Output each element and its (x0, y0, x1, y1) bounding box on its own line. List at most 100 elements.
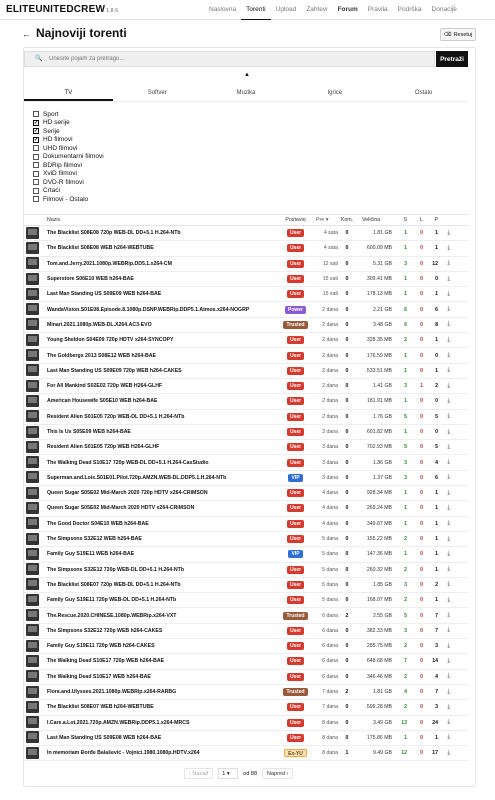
comments-count[interactable]: 0 (338, 490, 356, 496)
user-class-badge[interactable]: User (286, 642, 305, 651)
completed-count[interactable]: 1 (423, 337, 438, 343)
download-icon[interactable]: ⤓ (438, 505, 450, 512)
torrent-thumbnail[interactable] (25, 394, 40, 408)
seeders-count[interactable]: 2 (392, 536, 407, 542)
leechers-count[interactable]: 0 (407, 337, 423, 343)
torrent-thumbnail[interactable] (25, 333, 40, 347)
leechers-count[interactable]: 0 (407, 490, 423, 496)
user-class-badge[interactable]: VIP (288, 550, 303, 559)
category-option[interactable]: ✓ HD serije (33, 119, 104, 128)
torrent-name-link[interactable]: Family Guy S19E11 720p WEB-DL DD+5.1 H.2… (40, 597, 279, 603)
comments-count[interactable]: 0 (338, 322, 356, 328)
seeders-count[interactable]: 2 (392, 674, 407, 680)
torrent-name-link[interactable]: The Walking Dead S10E17 720p WEB h264-BA… (40, 658, 279, 664)
checkbox-unchecked[interactable] (33, 187, 39, 194)
tab-tv[interactable]: TV (24, 86, 113, 101)
reset-button[interactable]: ⌫ Resetuj (440, 28, 476, 41)
download-icon[interactable]: ⤓ (438, 459, 450, 466)
download-icon[interactable]: ⤓ (438, 444, 450, 451)
completed-count[interactable]: 14 (423, 658, 438, 664)
user-class-badge[interactable]: User (286, 397, 305, 406)
page-select[interactable]: 1 ▾ (218, 768, 239, 779)
caret-up-icon[interactable]: ▲ (244, 72, 250, 78)
download-icon[interactable]: ⤓ (438, 704, 450, 711)
comments-count[interactable]: 0 (338, 368, 356, 374)
completed-count[interactable]: 0 (423, 276, 438, 282)
seeders-count[interactable]: 2 (392, 567, 407, 573)
leechers-count[interactable]: 0 (407, 414, 423, 420)
col-completed-header[interactable]: P (423, 217, 438, 223)
user-class-badge[interactable]: User (286, 351, 305, 360)
completed-count[interactable]: 24 (423, 720, 438, 726)
category-option[interactable]: Crtaći (33, 187, 104, 196)
comments-count[interactable]: 0 (338, 414, 356, 420)
search-input[interactable] (49, 52, 429, 66)
torrent-name-link[interactable]: Last Man Standing US S09E08 WEB h264-BAE (40, 735, 279, 741)
category-option[interactable]: XviD filmovi (33, 170, 104, 179)
site-logo[interactable]: ELITEUNITEDCREW1.8.6 (6, 4, 118, 15)
leechers-count[interactable]: 0 (407, 689, 423, 695)
comments-count[interactable]: 0 (338, 643, 356, 649)
seeders-count[interactable]: 2 (392, 704, 407, 710)
torrent-name-link[interactable]: For All Mankind S02E02 720p WEB H264-GLH… (40, 383, 279, 389)
completed-count[interactable]: 1 (423, 291, 438, 297)
seeders-count[interactable]: 1 (392, 551, 407, 557)
user-class-badge[interactable]: User (286, 382, 305, 391)
leechers-count[interactable]: 0 (407, 230, 423, 236)
user-class-badge[interactable]: User (286, 596, 305, 605)
download-icon[interactable]: ⤓ (438, 551, 450, 558)
torrent-thumbnail[interactable] (25, 685, 40, 699)
completed-count[interactable]: 7 (423, 613, 438, 619)
torrent-thumbnail[interactable] (25, 272, 40, 286)
download-icon[interactable]: ⤓ (438, 352, 450, 359)
completed-count[interactable]: 2 (423, 582, 438, 588)
comments-count[interactable]: 0 (338, 720, 356, 726)
category-option[interactable]: Dokumentarni filmovi (33, 153, 104, 162)
download-icon[interactable]: ⤓ (438, 689, 450, 696)
leechers-count[interactable]: 0 (407, 398, 423, 404)
torrent-name-link[interactable]: American Housewife S05E10 WEB h264-BAE (40, 398, 279, 404)
seeders-count[interactable]: 6 (392, 322, 407, 328)
user-class-badge[interactable]: User (286, 443, 305, 452)
seeders-count[interactable]: 1 (392, 353, 407, 359)
completed-count[interactable]: 0 (423, 398, 438, 404)
torrent-name-link[interactable]: The Simpsons S32E12 WEB h264-BAE (40, 536, 279, 542)
leechers-count[interactable]: 0 (407, 551, 423, 557)
comments-count[interactable]: 0 (338, 536, 356, 542)
user-class-badge[interactable]: User (286, 259, 305, 268)
col-size-header[interactable]: Veličina (356, 217, 392, 223)
seeders-count[interactable]: 1 (392, 505, 407, 511)
nav-link-pravila[interactable]: Pravila (363, 0, 393, 20)
torrent-name-link[interactable]: Young Sheldon S04E09 720p HDTV x264-SYNC… (40, 337, 279, 343)
leechers-count[interactable]: 0 (407, 291, 423, 297)
category-option[interactable]: ✓ Serije (33, 127, 104, 136)
arrow-left-icon[interactable]: ← (22, 29, 31, 39)
download-icon[interactable]: ⤓ (438, 474, 450, 481)
torrent-name-link[interactable]: The.Rescue.2020.CHINESE.1080p.WEBRip.x26… (40, 613, 279, 619)
seeders-count[interactable]: 1 (392, 276, 407, 282)
torrent-name-link[interactable]: Queen Sugar S05E02 Mid-March 2020 HDTV x… (40, 505, 279, 511)
user-class-badge[interactable]: User (286, 504, 305, 513)
completed-count[interactable]: 17 (423, 750, 438, 756)
torrent-thumbnail[interactable] (25, 716, 40, 729)
checkbox-unchecked[interactable] (33, 153, 39, 160)
seeders-count[interactable]: 3 (392, 582, 407, 588)
seeders-count[interactable]: 1 (392, 490, 407, 496)
download-icon[interactable]: ⤓ (438, 321, 450, 328)
leechers-count[interactable]: 0 (407, 429, 423, 435)
completed-count[interactable]: 4 (423, 674, 438, 680)
category-option[interactable]: Sport (33, 110, 104, 119)
completed-count[interactable]: 0 (423, 353, 438, 359)
leechers-count[interactable]: 0 (407, 536, 423, 542)
category-option[interactable]: BDRip filmovi (33, 161, 104, 170)
comments-count[interactable]: 0 (338, 353, 356, 359)
nav-link-zahtevi[interactable]: Zahtevi (301, 0, 332, 20)
seeders-count[interactable]: 4 (392, 689, 407, 695)
torrent-thumbnail[interactable] (25, 349, 40, 362)
seeders-count[interactable]: 13 (392, 720, 407, 726)
comments-count[interactable]: 0 (338, 276, 356, 282)
torrent-name-link[interactable]: The Walking Dead S10E17 720p WEB-DL DD+5… (40, 460, 279, 466)
seeders-count[interactable]: 1 (392, 521, 407, 527)
user-avatar-icon[interactable]: ? (452, 5, 464, 15)
user-class-badge[interactable]: Power (284, 305, 306, 314)
